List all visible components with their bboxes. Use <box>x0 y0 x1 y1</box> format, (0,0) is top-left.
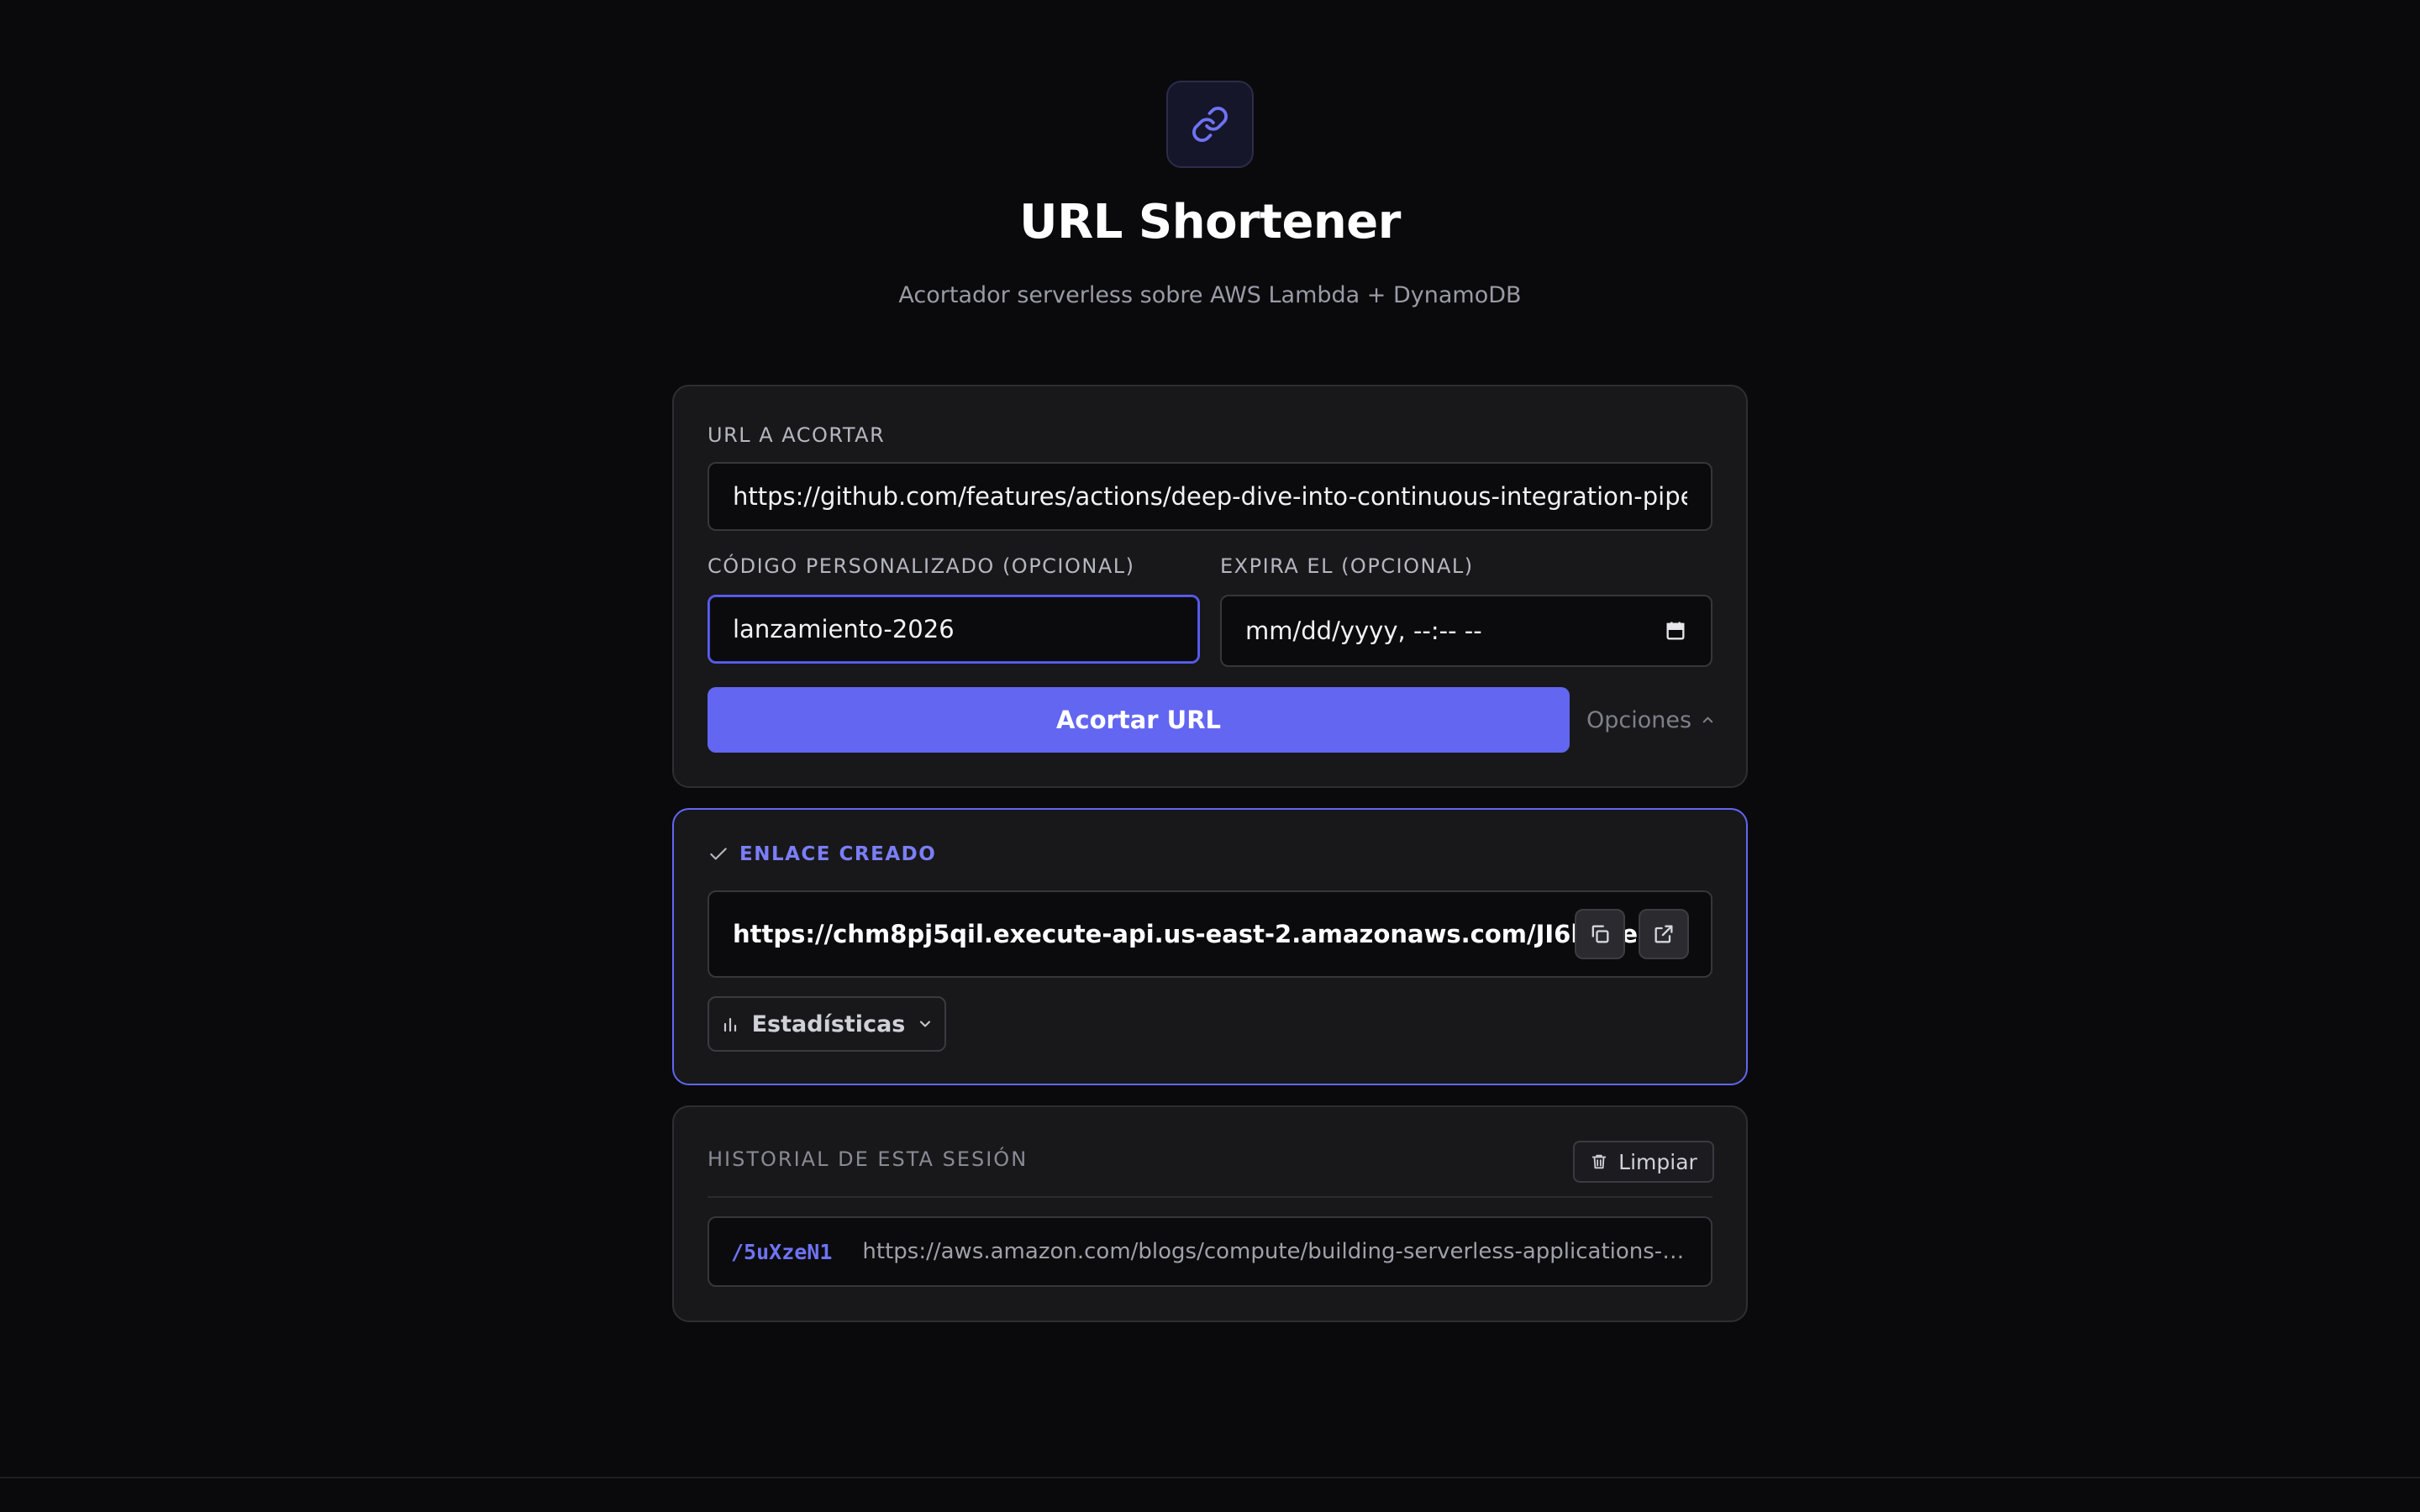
history-divider <box>708 1196 1712 1198</box>
stats-label: Estadísticas <box>751 1011 906 1037</box>
shorten-button[interactable]: Acortar URL <box>708 687 1570 753</box>
history-card: HISTORIAL DE ESTA SESIÓN Limpiar /5uXzeN… <box>672 1105 1748 1322</box>
stats-toggle-button[interactable]: Estadísticas <box>708 996 946 1052</box>
custom-code-label: CÓDIGO PERSONALIZADO (OPCIONAL) <box>708 554 1135 578</box>
copy-icon <box>1591 925 1609 943</box>
success-label: ENLACE CREADO <box>739 843 937 865</box>
shorten-form-card: URL A ACORTAR https://github.com/feature… <box>672 385 1748 788</box>
external-link-icon <box>1655 925 1673 943</box>
options-label: Opciones <box>1586 706 1692 733</box>
history-item-url: https://aws.amazon.com/blogs/compute/bui… <box>862 1239 1689 1264</box>
options-toggle[interactable]: Opciones <box>1586 687 1716 753</box>
history-item[interactable]: /5uXzeN1 https://aws.amazon.com/blogs/co… <box>708 1216 1712 1287</box>
trash-icon <box>1591 1154 1607 1169</box>
short-url-box: https://chm8pj5qil.execute-api.us-east-2… <box>708 890 1712 978</box>
footer-divider <box>0 1477 2420 1478</box>
history-title: HISTORIAL DE ESTA SESIÓN <box>708 1147 1028 1171</box>
history-item-code[interactable]: /5uXzeN1 <box>731 1240 832 1264</box>
copy-button[interactable] <box>1575 909 1625 959</box>
result-card: ENLACE CREADO https://chm8pj5qil.execute… <box>672 808 1748 1085</box>
bar-chart-icon <box>723 1017 736 1032</box>
chevron-up-icon <box>1702 717 1713 723</box>
custom-code-value: lanzamiento-2026 <box>733 615 955 643</box>
page-title: URL Shortener <box>1019 195 1401 249</box>
url-label: URL A ACORTAR <box>708 423 886 447</box>
logo <box>1166 81 1254 168</box>
success-status: ENLACE CREADO <box>708 843 936 865</box>
check-icon <box>710 848 727 860</box>
open-link-button[interactable] <box>1639 909 1689 959</box>
url-input[interactable]: https://github.com/features/actions/deep… <box>708 462 1712 531</box>
app-root: URL Shortener Acortador serverless sobre… <box>0 0 2420 1512</box>
clear-history-button[interactable]: Limpiar <box>1573 1141 1714 1183</box>
page-subtitle: Acortador serverless sobre AWS Lambda + … <box>898 282 1522 308</box>
link-icon <box>1192 107 1228 142</box>
expiry-datetime-input[interactable]: mm/dd/yyyy, --:-- -- <box>1220 595 1712 667</box>
expiry-label: EXPIRA EL (OPCIONAL) <box>1220 554 1474 578</box>
calendar-icon[interactable] <box>1664 619 1687 643</box>
chevron-down-icon <box>920 1021 931 1027</box>
short-url[interactable]: https://chm8pj5qil.execute-api.us-east-2… <box>733 892 1638 976</box>
custom-code-input[interactable]: lanzamiento-2026 <box>708 595 1200 664</box>
expiry-placeholder: mm/dd/yyyy, --:-- -- <box>1245 617 1482 645</box>
url-input-value: https://github.com/features/actions/deep… <box>733 482 1687 511</box>
clear-label: Limpiar <box>1618 1149 1697 1174</box>
